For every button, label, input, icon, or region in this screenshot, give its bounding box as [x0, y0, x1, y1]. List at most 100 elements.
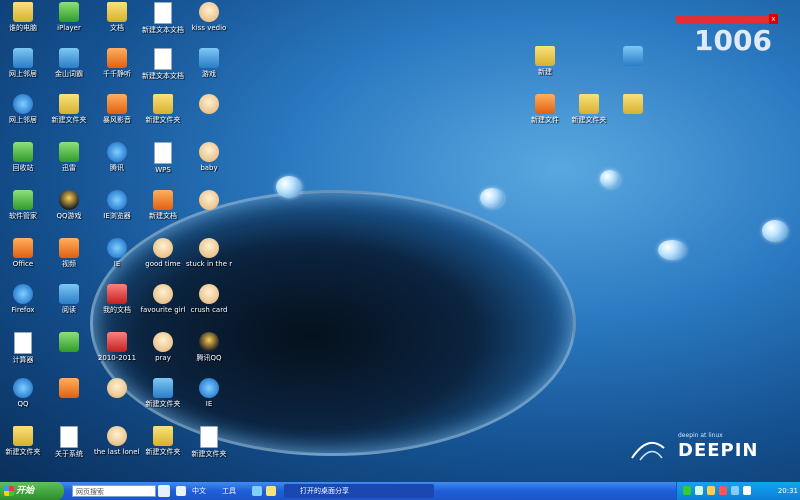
face-icon [199, 190, 219, 210]
search-icon[interactable] [158, 485, 170, 497]
update-icon[interactable] [743, 486, 751, 495]
desktop[interactable]: 谁的电脑 iPlayer 文档 新建文本文档 kiss vedio 网上邻居 金山词霸千千静… [0, 0, 800, 482]
desktop-icon[interactable]: crush card [186, 284, 232, 314]
ie-quicklaunch-icon[interactable] [252, 486, 262, 496]
desktop-icon[interactable]: 新建文件夹 [566, 94, 612, 124]
desktop-icon[interactable]: 阅读 [46, 284, 92, 314]
desktop-icon[interactable] [46, 378, 92, 400]
desktop-icon[interactable]: WPS [140, 142, 186, 174]
taskbar-window-button[interactable]: 打开的桌面分享 [284, 484, 434, 498]
desktop-icon[interactable]: 关于系统 [46, 426, 92, 458]
desktop-icon[interactable]: favourite girl [140, 284, 186, 314]
desktop-icon[interactable]: iPlayer [46, 2, 92, 32]
desktop-icon[interactable]: IE浏览器 [94, 190, 140, 220]
desktop-icon[interactable]: 新建文件 [522, 94, 568, 124]
folder-quicklaunch-icon[interactable] [266, 486, 276, 496]
desktop-icon[interactable] [186, 190, 232, 212]
desktop-icon[interactable]: 腾讯QQ [186, 332, 232, 362]
desktop-icon[interactable]: 腾讯 [94, 142, 140, 172]
desktop-icon[interactable] [94, 378, 140, 400]
desktop-icon[interactable]: 新建 [522, 46, 568, 76]
desktop-icon[interactable]: 千千静听 [94, 48, 140, 78]
desktop-icon-label: 腾讯 [110, 164, 124, 172]
toolbar-item-2[interactable]: 工具 [222, 482, 236, 500]
desktop-icon[interactable]: QQ [0, 378, 46, 408]
desktop-icon[interactable]: baby [186, 142, 232, 172]
desktop-icon[interactable]: stuck in the moment [186, 238, 232, 268]
gem-icon [623, 46, 643, 66]
desktop-icon[interactable]: Office [0, 238, 46, 268]
document-icon [200, 426, 218, 448]
folder-icon [153, 94, 173, 114]
desktop-icon-label: the last lonely girl [94, 448, 140, 456]
desktop-icon[interactable] [610, 94, 656, 116]
desktop-icon[interactable]: 文档 [94, 2, 140, 32]
network-icon[interactable] [683, 486, 691, 495]
desktop-icon-label: 新建 [538, 68, 552, 76]
desktop-icon[interactable] [46, 332, 92, 354]
desktop-icon[interactable]: 回收站 [0, 142, 46, 172]
video-icon [59, 238, 79, 258]
desktop-icon[interactable]: 新建文本文档 [140, 48, 186, 80]
desktop-icon-label: 新建文件夹 [145, 116, 181, 124]
desktop-icon[interactable]: 新建文档 [140, 190, 186, 220]
close-icon[interactable]: x [769, 14, 778, 24]
desktop-icon[interactable]: 网上邻居 [0, 94, 46, 124]
desktop-icon[interactable]: 金山词霸 [46, 48, 92, 78]
desktop-icon-label: 软件管家 [9, 212, 37, 220]
desktop-icon[interactable]: 新建文件夹 [140, 426, 186, 456]
clock[interactable]: 20:31 [778, 482, 798, 500]
qq-tray-icon[interactable] [707, 486, 715, 495]
desktop-icon-label: good time [145, 260, 181, 268]
volume-icon[interactable] [695, 486, 703, 495]
desktop-icon[interactable]: 计算器 [0, 332, 46, 364]
face-icon [153, 284, 173, 304]
desktop-icon[interactable]: 游戏 [186, 48, 232, 78]
desktop-icon[interactable]: IE [94, 238, 140, 268]
desktop-icon[interactable]: kiss vedio [186, 2, 232, 32]
desktop-icon[interactable] [186, 94, 232, 116]
app-icon [59, 48, 79, 68]
desktop-icon[interactable]: 暴风影音 [94, 94, 140, 124]
office-icon [13, 238, 33, 258]
desktop-icon[interactable]: 新建文件夹 [186, 426, 232, 458]
desktop-icon-label: 千千静听 [103, 70, 131, 78]
deepin-swirl-icon [631, 441, 665, 461]
desktop-icon[interactable]: 新建文件夹 [140, 94, 186, 124]
deepin-logo: deepin at linux DEEPIN [628, 426, 758, 466]
show-desktop-icon[interactable] [176, 486, 186, 496]
desktop-icon[interactable]: 软件管家 [0, 190, 46, 220]
ime-icon[interactable] [731, 486, 739, 495]
water-drop [658, 240, 686, 260]
desktop-icon[interactable]: QQ游戏 [46, 190, 92, 220]
browser-icon [13, 378, 33, 398]
browser-icon [199, 378, 219, 398]
desktop-icon[interactable]: 新建文件夹 [0, 426, 46, 456]
desktop-icon[interactable]: 视频 [46, 238, 92, 268]
desktop-icon-label: Firefox [11, 306, 35, 314]
recycle-bin-icon [13, 142, 33, 162]
desktop-icon[interactable]: the last lonely girl [94, 426, 140, 456]
desktop-icon[interactable]: 网上邻居 [0, 48, 46, 78]
desktop-icon[interactable]: 新建文件夹 [140, 378, 186, 408]
water-drop [480, 188, 504, 208]
start-button[interactable]: 开始 [0, 482, 64, 500]
antivirus-icon[interactable] [719, 486, 727, 495]
desktop-icon[interactable]: 新建文本文档 [140, 2, 186, 34]
desktop-icon[interactable] [610, 46, 656, 68]
desktop-icon[interactable]: 我的文档 [94, 284, 140, 314]
folder-icon [13, 426, 33, 446]
desktop-icon-label: stuck in the moment [186, 260, 232, 268]
search-input[interactable]: 网页搜索 [72, 485, 156, 497]
toolbar-item-1[interactable]: 中文 [192, 482, 206, 500]
desktop-icon[interactable]: 谁的电脑 [0, 2, 46, 32]
edit-icon [535, 94, 555, 114]
desktop-icon[interactable]: 新建文件夹 [46, 94, 92, 124]
desktop-icon[interactable]: 迅雷 [46, 142, 92, 172]
face-icon [153, 332, 173, 352]
desktop-icon[interactable]: good time [140, 238, 186, 268]
desktop-icon[interactable]: Firefox [0, 284, 46, 314]
desktop-icon[interactable]: IE [186, 378, 232, 408]
desktop-icon[interactable]: pray [140, 332, 186, 362]
desktop-icon[interactable]: 2010-2011 [94, 332, 140, 362]
